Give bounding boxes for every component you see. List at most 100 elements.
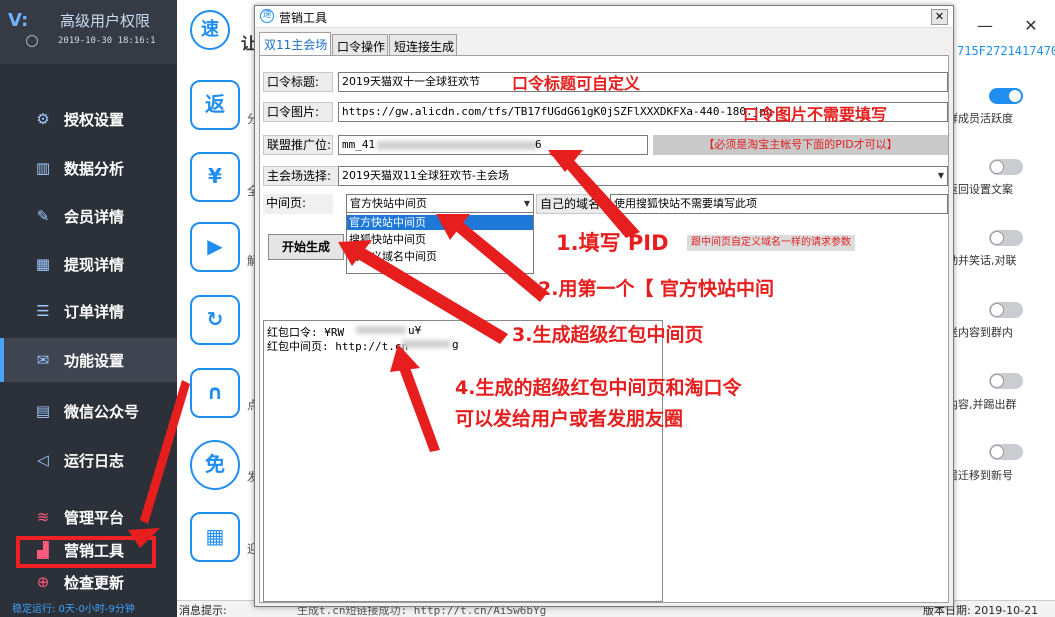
- domain-label: 自己的域名:: [536, 194, 606, 214]
- pid-input[interactable]: mm_41 6: [338, 135, 648, 155]
- feature-desc: 群成员活跃度: [947, 112, 1013, 125]
- sidebar-item-function-settings[interactable]: ✉ 功能设置: [0, 338, 177, 382]
- output-line-midpage: 红包中间页: http://t.cn: [267, 340, 409, 353]
- toggle-switch[interactable]: [989, 159, 1023, 175]
- annotation-step4-line1: 4.生成的超级红包中间页和淘口令: [455, 377, 742, 399]
- sidebar-item-label: 提现详情: [64, 256, 125, 274]
- sidebar-item-wechat-official[interactable]: ▤ 微信公众号: [0, 389, 177, 433]
- edit-icon: ✎: [36, 207, 50, 225]
- annotation-title-custom: 口令标题可自定义: [512, 74, 641, 93]
- feature-desc: 动并笑话,对联: [947, 254, 1017, 267]
- free-icon[interactable]: 免: [190, 440, 240, 490]
- mid-page-selected: 官方快站中间页: [350, 197, 427, 210]
- close-icon[interactable]: ✕: [1019, 16, 1043, 35]
- status-label: 消息提示:: [179, 604, 227, 617]
- grid-search-icon: ▦: [35, 255, 51, 273]
- list-icon: ☰: [36, 302, 50, 320]
- dialog-close-button[interactable]: ✕: [931, 9, 948, 25]
- mid-page-param-note: 跟中间页自定义域名一样的请求参数: [687, 235, 855, 251]
- annotation-step1: 1.填写 PID: [556, 231, 669, 255]
- annotation-image-optional: 口令图片不需要填写: [743, 105, 888, 124]
- sidebar-item-label: 订单详情: [64, 303, 125, 321]
- rebate-icon[interactable]: 返: [190, 80, 240, 130]
- annotation-step3: 3.生成超级红包中间页: [512, 324, 704, 346]
- dropdown-option[interactable]: 自定义域名中间页: [347, 249, 533, 264]
- clock-icon: [26, 35, 38, 47]
- wechat-icon: ✉: [36, 351, 50, 369]
- generate-button[interactable]: 开始生成: [268, 234, 344, 260]
- sidebar-item-label: 管理平台: [64, 509, 125, 527]
- pid-value-start: mm_41: [342, 138, 376, 151]
- domain-input[interactable]: 使用搜狐快站不需要填写此项: [610, 194, 948, 214]
- platform-icon: ≋: [36, 508, 50, 526]
- migrate-icon[interactable]: ↻: [190, 295, 240, 345]
- sidebar-header: V: 高级用户权限 2019-10-30 18:16:1: [0, 0, 177, 64]
- blurred-pid: [377, 141, 537, 150]
- sidebar-item-run-log[interactable]: ◁ 运行日志: [0, 438, 177, 482]
- chevron-down-icon: ▼: [523, 199, 530, 208]
- toggle-switch[interactable]: [989, 88, 1023, 104]
- printer-icon: ▤: [35, 402, 51, 420]
- video-icon[interactable]: ▶: [190, 222, 240, 272]
- magnet-icon[interactable]: ∩: [190, 368, 240, 418]
- feature-desc: 返回设置文案: [947, 183, 1013, 196]
- pid-label: 联盟推广位:: [263, 135, 333, 155]
- blurred-link: [402, 340, 450, 348]
- tab-short-link[interactable]: 短连接生成: [389, 34, 457, 56]
- sidebar-item-member-details[interactable]: ✎ 会员详情: [0, 194, 177, 238]
- blurred-password: [356, 326, 406, 334]
- mid-page-select[interactable]: 官方快站中间页 ▼: [346, 194, 534, 214]
- image-label: 口令图片:: [263, 102, 333, 122]
- pid-requirement-note: 【必须是淘宝主帐号下面的PID才可以】: [653, 135, 948, 155]
- uptime-status: 稳定运行: 0天-0小时-9分钟: [12, 604, 135, 615]
- toggle-switch[interactable]: [989, 373, 1023, 389]
- highlight-box-marketing-tools: [16, 536, 156, 568]
- sidebar-item-label: 检查更新: [64, 574, 125, 592]
- pid-value-end: 6: [535, 138, 542, 151]
- sidebar-item-label: 会员详情: [64, 208, 125, 226]
- minimize-icon[interactable]: —: [973, 16, 997, 35]
- dropdown-option[interactable]: 官方快站中间页: [347, 215, 533, 230]
- yuan-refresh-icon[interactable]: ¥: [190, 152, 240, 202]
- output-line-password-end: u¥: [408, 324, 422, 337]
- output-line-midpage-end: g: [452, 338, 459, 351]
- login-date: 2019-10-30 18:16:1: [58, 36, 156, 46]
- venue-label: 主会场选择:: [263, 166, 341, 186]
- mid-page-dropdown: 官方快站中间页 搜狐快站中间页 自定义域名中间页: [346, 212, 534, 274]
- annotation-step4-line2: 可以发给用户或者发朋友圈: [455, 408, 684, 430]
- title-input[interactable]: 2019天猫双十一全球狂欢节: [338, 72, 948, 92]
- screen: V: 高级用户权限 2019-10-30 18:16:1 ⚙ 授权设置 ▥ 数据…: [0, 0, 1055, 617]
- venue-selected: 2019天猫双11全球狂欢节-主会场: [342, 169, 509, 182]
- sidebar-item-label: 授权设置: [64, 111, 125, 129]
- toggle-switch[interactable]: [989, 230, 1023, 246]
- app-icon: 速: [260, 9, 274, 23]
- sidebar-item-label: 功能设置: [64, 352, 125, 370]
- dropdown-option[interactable]: 搜狐快站中间页: [347, 232, 533, 247]
- chevron-down-icon: ▼: [937, 171, 944, 180]
- user-level-title: 高级用户权限: [60, 12, 151, 30]
- title-label: 口令标题:: [263, 72, 333, 92]
- speed-logo-icon: 速: [190, 10, 230, 50]
- tab-double11-venue[interactable]: 双11主会场: [259, 32, 331, 56]
- feature-desc: 内容,并踢出群: [947, 398, 1017, 411]
- serial-number: 715F2721417470: [957, 44, 1055, 58]
- toggle-switch[interactable]: [989, 444, 1023, 460]
- dialog-titlebar[interactable]: 速 营销工具 ✕: [255, 6, 953, 28]
- sidebar-item-auth-settings[interactable]: ⚙ 授权设置: [0, 97, 177, 141]
- sidebar-item-label: 数据分析: [64, 160, 125, 178]
- chart-icon: ▥: [35, 159, 51, 177]
- sidebar-item-data-analysis[interactable]: ▥ 数据分析: [0, 146, 177, 190]
- tab-password-ops[interactable]: 口令操作: [332, 34, 388, 56]
- sidebar: V: 高级用户权限 2019-10-30 18:16:1 ⚙ 授权设置 ▥ 数据…: [0, 0, 177, 617]
- sidebar-item-withdraw-details[interactable]: ▦ 提现详情: [0, 242, 177, 286]
- sidebar-item-label: 运行日志: [64, 452, 125, 470]
- qrcode-icon[interactable]: ▦: [190, 512, 240, 562]
- update-icon: ⊕: [36, 573, 50, 591]
- gear-icon: ⚙: [36, 110, 50, 128]
- venue-select[interactable]: 2019天猫双11全球狂欢节-主会场 ▼: [338, 166, 948, 186]
- sidebar-item-order-details[interactable]: ☰ 订单详情: [0, 289, 177, 333]
- app-logo: V:: [8, 10, 29, 31]
- output-textarea[interactable]: 红包口令: ¥RW u¥ 红包中间页: http://t.cn g: [263, 320, 663, 602]
- mid-page-label: 中间页:: [263, 194, 333, 214]
- toggle-switch[interactable]: [989, 302, 1023, 318]
